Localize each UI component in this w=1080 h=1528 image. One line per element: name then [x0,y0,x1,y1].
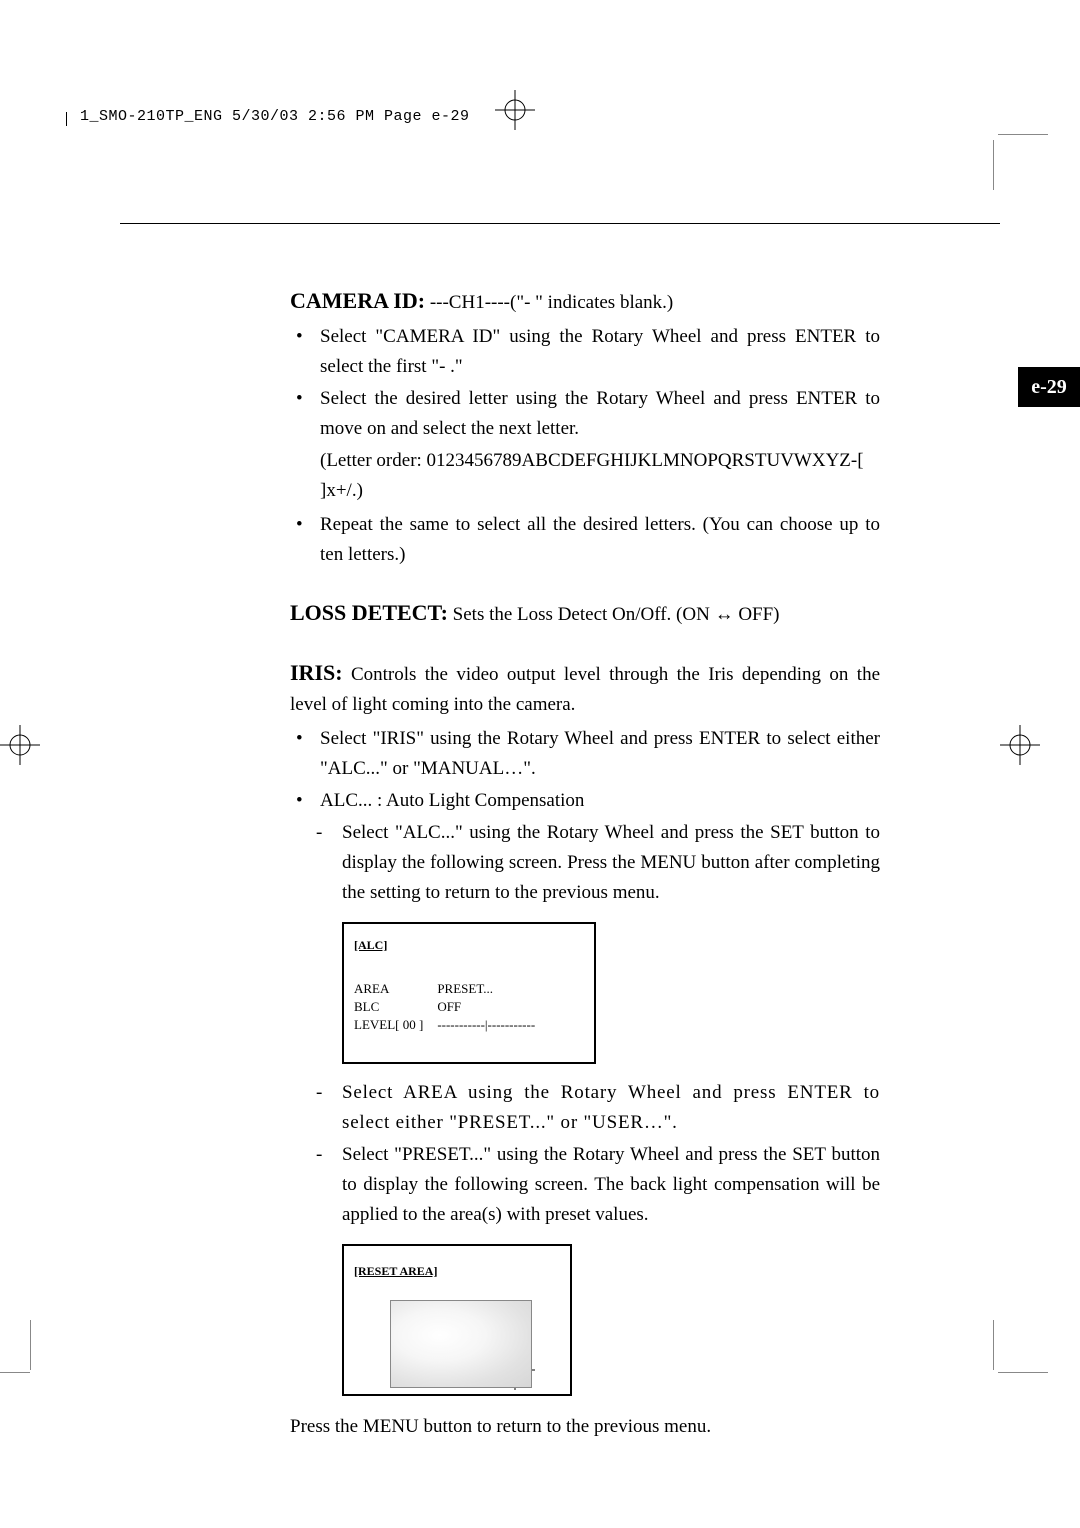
crop-tick [993,140,994,190]
iris-b1: Select "IRIS" using the Rotary Wheel and… [290,724,880,784]
camera-id-b1: Select "CAMERA ID" using the Rotary Whee… [290,322,880,382]
crop-tick [998,134,1048,135]
page-number-tab: e-29 [1018,367,1080,407]
footer-note: Press the MENU button to return to the p… [290,1412,880,1442]
crop-tick [993,1320,994,1370]
preset-area-rectangle [390,1300,532,1388]
header-separator [66,112,67,126]
alc-screen: [ALC] AREA PRESET... BLC OFF LEVEL[ 00 ]… [342,922,596,1064]
iris-b2: ALC... : Auto Light Compensation [290,786,880,816]
crop-mark-right [1000,725,1040,765]
preset-area-header: [RESET AREA] [354,1256,560,1286]
alc-table: AREA PRESET... BLC OFF LEVEL[ 00 ] -----… [354,980,549,1034]
camera-id-note: (Letter order: 0123456789ABCDEFGHIJKLMNO… [290,446,880,506]
preset-area-screen: [RESET AREA] [342,1244,572,1396]
crop-tick [30,1320,31,1370]
alc-blc-label: BLC [354,998,437,1016]
alc-header: [ALC] [354,936,584,954]
camera-id-b3: Repeat the same to select all the desire… [290,510,880,570]
loss-detect-title: LOSS DETECT: [290,600,448,625]
horizontal-rule [120,223,1000,224]
alc-area-label: AREA [354,980,437,998]
crop-mark-left [0,725,40,765]
crop-tick [0,1372,30,1373]
camera-id-b2: Select the desired letter using the Rota… [290,384,880,444]
page-content: CAMERA ID: ---CH1----("- " indicates bla… [290,286,880,1442]
print-header: 1_SMO-210TP_ENG 5/30/03 2:56 PM Page e-2… [80,108,470,125]
page-number: e-29 [1031,376,1067,399]
crop-tick [998,1372,1048,1373]
iris-desc: Controls the video output level through … [290,664,880,715]
crop-mark-top [495,90,535,130]
alc-level-label: LEVEL[ 00 ] [354,1016,437,1034]
alc-area-value: PRESET... [437,980,549,998]
iris-d3: Select "PRESET..." using the Rotary Whee… [290,1140,880,1230]
camera-id-title: CAMERA ID: [290,288,425,313]
iris-d2: Select AREA using the Rotary Wheel and p… [290,1078,880,1138]
alc-blc-value: OFF [437,998,549,1016]
alc-level-value: -----------|----------- [437,1016,549,1034]
camera-id-desc: ---CH1----("- " indicates blank.) [425,292,673,313]
loss-detect-desc: Sets the Loss Detect On/Off. (ON ↔ OFF) [448,604,780,625]
iris-title: IRIS: [290,660,343,685]
iris-d1: Select "ALC..." using the Rotary Wheel a… [290,818,880,908]
